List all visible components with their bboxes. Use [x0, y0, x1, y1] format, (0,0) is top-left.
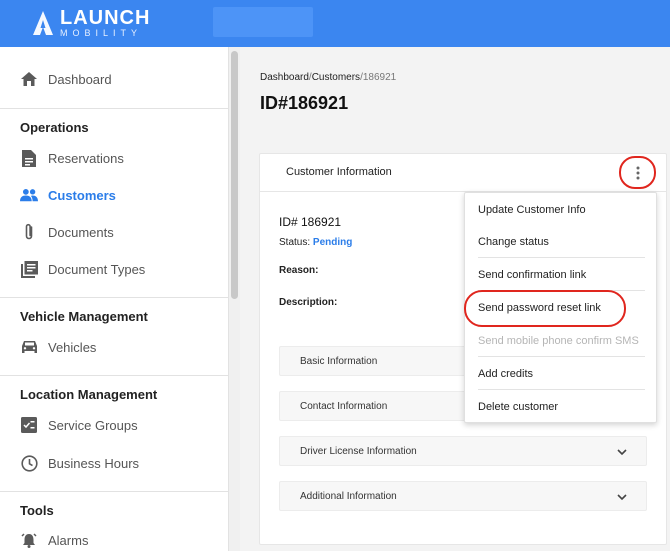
sidebar-item-label: Service Groups [48, 417, 138, 433]
sidebar-section-tools: Tools [20, 503, 54, 518]
accordion-driver-license-information[interactable]: Driver License Information [279, 436, 647, 466]
card-title: Customer Information [286, 166, 392, 178]
sidebar-item-business-hours[interactable]: Business Hours [0, 445, 229, 481]
accordion-label: Contact Information [300, 400, 388, 412]
sidebar-divider [0, 375, 229, 376]
library-icon [20, 260, 38, 278]
accordion-label: Additional Information [300, 490, 397, 502]
reason-label: Reason: [279, 265, 319, 276]
logo-main-text: LAUNCH [60, 7, 151, 29]
page-title: ID#186921 [260, 93, 349, 113]
accordion-additional-information[interactable]: Additional Information [279, 481, 647, 511]
sidebar-scrollbar[interactable] [229, 47, 240, 551]
sidebar-item-label: Vehicles [48, 339, 97, 355]
sidebar-item-alarms[interactable]: Alarms [0, 522, 229, 551]
chevron-down-icon [617, 449, 627, 456]
menu-item-send-password-reset-link[interactable]: Send password reset link [465, 291, 656, 324]
checklist-icon [20, 416, 38, 434]
sidebar-item-document-types[interactable]: Document Types [0, 251, 229, 287]
chevron-down-icon [617, 494, 627, 501]
customer-id: ID# 186921 [279, 215, 342, 229]
status-label: Status: [279, 237, 311, 248]
menu-item-send-confirmation-link[interactable]: Send confirmation link [465, 258, 656, 291]
sidebar-item-dashboard[interactable]: Dashboard [0, 61, 229, 97]
menu-item-add-credits[interactable]: Add credits [465, 357, 656, 390]
customer-status: Status: Pending [279, 237, 352, 248]
car-icon [20, 338, 38, 356]
status-badge: Pending [312, 237, 353, 248]
launch-mobility-logo[interactable]: LAUNCH MOBILITY [32, 8, 150, 38]
document-icon [20, 149, 38, 167]
description-label: Description: [279, 297, 338, 308]
menu-item-change-status[interactable]: Change status [465, 225, 656, 258]
more-vertical-icon [636, 166, 639, 179]
sidebar-item-reservations[interactable]: Reservations [0, 140, 229, 176]
sidebar-item-customers[interactable]: Customers [0, 177, 229, 213]
logo-mark-icon [33, 11, 53, 35]
clock-icon [20, 454, 38, 472]
menu-item-send-mobile-confirm-sms: Send mobile phone confirm SMS [478, 334, 639, 347]
sidebar-item-vehicles[interactable]: Vehicles [0, 329, 229, 365]
breadcrumb-dashboard[interactable]: Dashboard [260, 72, 309, 83]
sidebar-item-label: Dashboard [48, 71, 112, 87]
people-icon [20, 186, 38, 204]
sidebar-section-vehicle: Vehicle Management [20, 309, 148, 324]
sidebar-item-label: Alarms [48, 532, 89, 548]
customer-actions-menu: Update Customer Info Change status Send … [464, 192, 657, 423]
accordion-label: Basic Information [300, 355, 378, 367]
logo-sub-text: MOBILITY [60, 28, 143, 38]
menu-item-update-customer-info[interactable]: Update Customer Info [465, 193, 656, 226]
sidebar-section-operations: Operations [20, 120, 89, 135]
sidebar-divider [0, 108, 229, 109]
sidebar-divider [0, 491, 229, 492]
breadcrumb-current: 186921 [362, 72, 397, 83]
sidebar: Dashboard Operations Reservations Custom… [0, 47, 229, 551]
top-bar: LAUNCH MOBILITY [0, 0, 670, 47]
sidebar-divider [0, 297, 229, 298]
sidebar-item-documents[interactable]: Documents [0, 214, 229, 250]
sidebar-item-label: Document Types [48, 261, 146, 277]
sidebar-item-service-groups[interactable]: Service Groups [0, 407, 229, 443]
sidebar-item-label: Reservations [48, 150, 124, 166]
sidebar-item-label: Documents [48, 224, 114, 240]
sidebar-item-label: Customers [48, 187, 116, 203]
breadcrumb-customers[interactable]: Customers [312, 72, 360, 83]
sidebar-item-label: Business Hours [48, 455, 140, 471]
sidebar-section-location: Location Management [20, 387, 158, 402]
more-options-button[interactable] [619, 156, 656, 189]
card-header: Customer Information [260, 154, 666, 192]
home-icon [20, 70, 38, 88]
accordion-label: Driver License Information [300, 445, 417, 457]
breadcrumb: Dashboard/Customers/186921 [260, 72, 396, 83]
sidebar-scrollbar-thumb[interactable] [231, 51, 238, 299]
alarm-bell-icon [20, 531, 38, 549]
menu-item-delete-customer[interactable]: Delete customer [465, 390, 656, 423]
header-search-area[interactable] [213, 7, 313, 37]
paperclip-icon [20, 223, 38, 241]
